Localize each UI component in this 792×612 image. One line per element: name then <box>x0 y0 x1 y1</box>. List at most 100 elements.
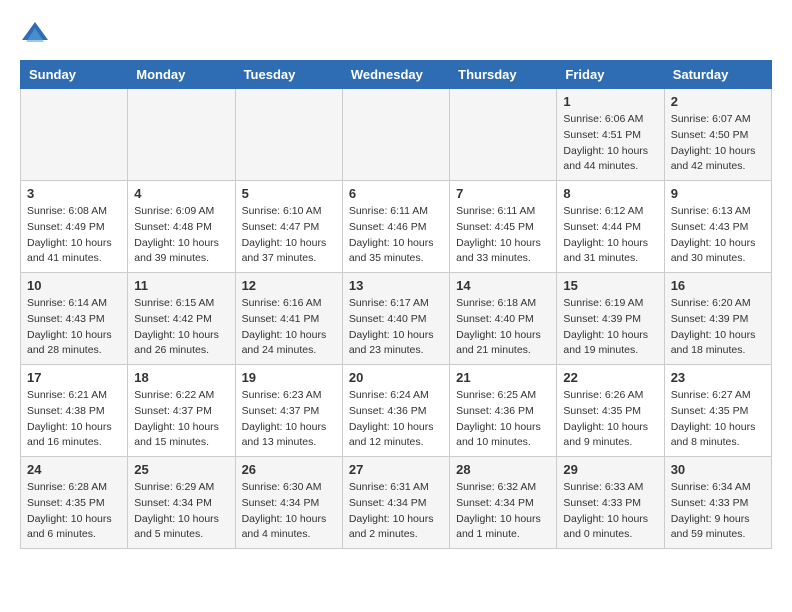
day-info: Sunrise: 6:31 AM Sunset: 4:34 PM Dayligh… <box>349 480 443 543</box>
day-cell: 5 Sunrise: 6:10 AM Sunset: 4:47 PM Daylig… <box>235 181 342 273</box>
day-info: Sunrise: 6:26 AM Sunset: 4:35 PM Dayligh… <box>563 388 657 451</box>
header-tuesday: Tuesday <box>235 61 342 89</box>
day-number: 16 <box>671 278 765 293</box>
logo-icon <box>20 20 50 50</box>
week-row-4: 17Sunrise: 6:21 AM Sunset: 4:38 PM Dayli… <box>21 365 772 457</box>
day-cell: 2 Sunrise: 6:07 AM Sunset: 4:50 PM Daylig… <box>664 89 771 181</box>
day-cell: 15 Sunrise: 6:19 AM Sunset: 4:39 PM Dayli… <box>557 273 664 365</box>
day-info: Sunrise: 6:22 AM Sunset: 4:37 PM Dayligh… <box>134 388 228 451</box>
day-info: Sunrise: 6:12 AM Sunset: 4:44 PM Dayligh… <box>563 204 657 267</box>
day-cell: 17Sunrise: 6:21 AM Sunset: 4:38 PM Dayli… <box>21 365 128 457</box>
day-number: 15 <box>563 278 657 293</box>
day-number: 28 <box>456 462 550 477</box>
day-info: Sunrise: 6:14 AM Sunset: 4:43 PM Dayligh… <box>27 296 121 359</box>
day-number: 5 <box>242 186 336 201</box>
week-row-5: 24 Sunrise: 6:28 AM Sunset: 4:35 PM Dayli… <box>21 457 772 549</box>
day-info: Sunrise: 6:29 AM Sunset: 4:34 PM Dayligh… <box>134 480 228 543</box>
header-saturday: Saturday <box>664 61 771 89</box>
day-number: 2 <box>671 94 765 109</box>
day-cell: 3 Sunrise: 6:08 AM Sunset: 4:49 PM Daylig… <box>21 181 128 273</box>
page-header <box>20 20 772 50</box>
day-cell: 12 Sunrise: 6:16 AM Sunset: 4:41 PM Dayli… <box>235 273 342 365</box>
day-number: 21 <box>456 370 550 385</box>
day-number: 11 <box>134 278 228 293</box>
day-number: 3 <box>27 186 121 201</box>
day-info: Sunrise: 6:13 AM Sunset: 4:43 PM Dayligh… <box>671 204 765 267</box>
day-number: 20 <box>349 370 443 385</box>
day-number: 6 <box>349 186 443 201</box>
day-cell: 21 Sunrise: 6:25 AM Sunset: 4:36 PM Dayli… <box>450 365 557 457</box>
day-number: 27 <box>349 462 443 477</box>
day-info: Sunrise: 6:06 AM Sunset: 4:51 PM Dayligh… <box>563 112 657 175</box>
day-number: 18 <box>134 370 228 385</box>
day-cell: 16 Sunrise: 6:20 AM Sunset: 4:39 PM Dayli… <box>664 273 771 365</box>
day-info: Sunrise: 6:33 AM Sunset: 4:33 PM Dayligh… <box>563 480 657 543</box>
day-info: Sunrise: 6:30 AM Sunset: 4:34 PM Dayligh… <box>242 480 336 543</box>
day-cell: 22 Sunrise: 6:26 AM Sunset: 4:35 PM Dayli… <box>557 365 664 457</box>
day-cell: 9 Sunrise: 6:13 AM Sunset: 4:43 PM Daylig… <box>664 181 771 273</box>
day-info: Sunrise: 6:27 AM Sunset: 4:35 PM Dayligh… <box>671 388 765 451</box>
day-number: 25 <box>134 462 228 477</box>
week-row-1: 1 Sunrise: 6:06 AM Sunset: 4:51 PM Daylig… <box>21 89 772 181</box>
day-cell: 10 Sunrise: 6:14 AM Sunset: 4:43 PM Dayli… <box>21 273 128 365</box>
header-row: SundayMondayTuesdayWednesdayThursdayFrid… <box>21 61 772 89</box>
day-cell <box>128 89 235 181</box>
day-cell: 19 Sunrise: 6:23 AM Sunset: 4:37 PM Dayli… <box>235 365 342 457</box>
day-cell: 8 Sunrise: 6:12 AM Sunset: 4:44 PM Daylig… <box>557 181 664 273</box>
day-info: Sunrise: 6:18 AM Sunset: 4:40 PM Dayligh… <box>456 296 550 359</box>
day-number: 8 <box>563 186 657 201</box>
day-number: 17 <box>27 370 121 385</box>
day-info: Sunrise: 6:25 AM Sunset: 4:36 PM Dayligh… <box>456 388 550 451</box>
header-monday: Monday <box>128 61 235 89</box>
day-info: Sunrise: 6:10 AM Sunset: 4:47 PM Dayligh… <box>242 204 336 267</box>
day-number: 19 <box>242 370 336 385</box>
day-info: Sunrise: 6:20 AM Sunset: 4:39 PM Dayligh… <box>671 296 765 359</box>
day-cell <box>342 89 449 181</box>
day-cell: 30 Sunrise: 6:34 AM Sunset: 4:33 PM Dayli… <box>664 457 771 549</box>
header-thursday: Thursday <box>450 61 557 89</box>
day-number: 29 <box>563 462 657 477</box>
day-cell: 28 Sunrise: 6:32 AM Sunset: 4:34 PM Dayli… <box>450 457 557 549</box>
day-cell: 4Sunrise: 6:09 AM Sunset: 4:48 PM Daylig… <box>128 181 235 273</box>
day-info: Sunrise: 6:34 AM Sunset: 4:33 PM Dayligh… <box>671 480 765 543</box>
day-info: Sunrise: 6:32 AM Sunset: 4:34 PM Dayligh… <box>456 480 550 543</box>
header-friday: Friday <box>557 61 664 89</box>
day-cell: 1 Sunrise: 6:06 AM Sunset: 4:51 PM Daylig… <box>557 89 664 181</box>
day-info: Sunrise: 6:11 AM Sunset: 4:45 PM Dayligh… <box>456 204 550 267</box>
day-info: Sunrise: 6:11 AM Sunset: 4:46 PM Dayligh… <box>349 204 443 267</box>
day-number: 9 <box>671 186 765 201</box>
day-cell: 18 Sunrise: 6:22 AM Sunset: 4:37 PM Dayli… <box>128 365 235 457</box>
header-wednesday: Wednesday <box>342 61 449 89</box>
day-cell: 29 Sunrise: 6:33 AM Sunset: 4:33 PM Dayli… <box>557 457 664 549</box>
day-cell: 20Sunrise: 6:24 AM Sunset: 4:36 PM Dayli… <box>342 365 449 457</box>
day-cell <box>450 89 557 181</box>
day-number: 14 <box>456 278 550 293</box>
day-cell: 14 Sunrise: 6:18 AM Sunset: 4:40 PM Dayli… <box>450 273 557 365</box>
day-number: 23 <box>671 370 765 385</box>
day-number: 24 <box>27 462 121 477</box>
day-number: 7 <box>456 186 550 201</box>
logo <box>20 20 54 50</box>
day-number: 22 <box>563 370 657 385</box>
week-row-3: 10 Sunrise: 6:14 AM Sunset: 4:43 PM Dayli… <box>21 273 772 365</box>
day-cell <box>235 89 342 181</box>
day-info: Sunrise: 6:15 AM Sunset: 4:42 PM Dayligh… <box>134 296 228 359</box>
day-number: 12 <box>242 278 336 293</box>
day-cell <box>21 89 128 181</box>
day-info: Sunrise: 6:07 AM Sunset: 4:50 PM Dayligh… <box>671 112 765 175</box>
day-cell: 23 Sunrise: 6:27 AM Sunset: 4:35 PM Dayli… <box>664 365 771 457</box>
day-number: 1 <box>563 94 657 109</box>
week-row-2: 3 Sunrise: 6:08 AM Sunset: 4:49 PM Daylig… <box>21 181 772 273</box>
day-cell: 27 Sunrise: 6:31 AM Sunset: 4:34 PM Dayli… <box>342 457 449 549</box>
day-number: 30 <box>671 462 765 477</box>
calendar-table: SundayMondayTuesdayWednesdayThursdayFrid… <box>20 60 772 549</box>
day-info: Sunrise: 6:08 AM Sunset: 4:49 PM Dayligh… <box>27 204 121 267</box>
day-info: Sunrise: 6:19 AM Sunset: 4:39 PM Dayligh… <box>563 296 657 359</box>
day-info: Sunrise: 6:28 AM Sunset: 4:35 PM Dayligh… <box>27 480 121 543</box>
day-info: Sunrise: 6:23 AM Sunset: 4:37 PM Dayligh… <box>242 388 336 451</box>
day-number: 10 <box>27 278 121 293</box>
day-info: Sunrise: 6:16 AM Sunset: 4:41 PM Dayligh… <box>242 296 336 359</box>
day-cell: 7 Sunrise: 6:11 AM Sunset: 4:45 PM Daylig… <box>450 181 557 273</box>
day-cell: 25 Sunrise: 6:29 AM Sunset: 4:34 PM Dayli… <box>128 457 235 549</box>
day-cell: 26Sunrise: 6:30 AM Sunset: 4:34 PM Dayli… <box>235 457 342 549</box>
